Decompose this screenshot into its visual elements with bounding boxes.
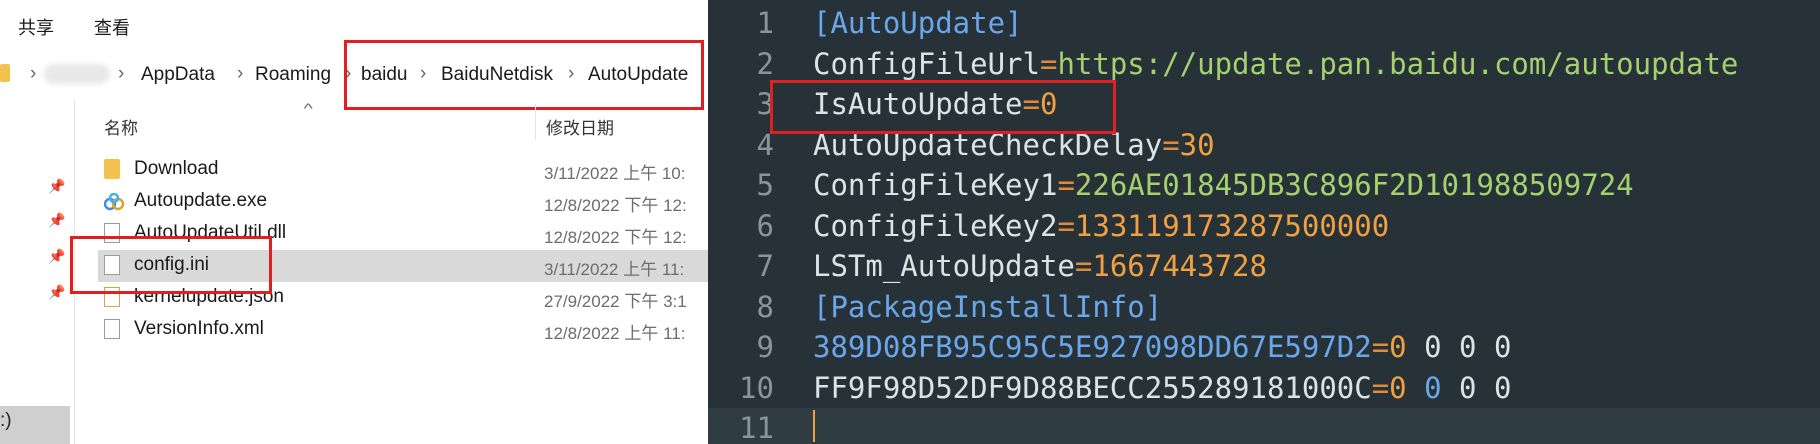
chevron-right-icon: › bbox=[30, 63, 37, 84]
breadcrumb-appdata[interactable]: AppData bbox=[141, 64, 215, 86]
code-line[interactable]: [AutoUpdate] bbox=[813, 6, 1023, 40]
code-token: = bbox=[1057, 168, 1075, 202]
code-token: = bbox=[1371, 370, 1390, 405]
code-token: ConfigFileUrl bbox=[813, 46, 1040, 81]
file-date: 12/8/2022 下午 12: bbox=[544, 196, 687, 215]
code-token: 0 bbox=[1424, 370, 1442, 405]
exe-icon bbox=[103, 192, 125, 211]
code-token: 1667443728 bbox=[1092, 249, 1267, 283]
code-token: = bbox=[1057, 208, 1075, 243]
code-token: 0 0 0 bbox=[1406, 330, 1512, 364]
file-row-autoupdate-exe[interactable]: Autoupdate.exe 12/8/2022 下午 12: bbox=[98, 186, 708, 218]
line-number: 4 bbox=[756, 127, 774, 162]
code-token: ConfigFileKey2 bbox=[813, 208, 1058, 243]
code-editor[interactable]: 1 2 3 4 5 6 7 8 9 10 11 [AutoUpdate] ConfigFileUrl=h… bbox=[708, 0, 1820, 444]
ribbon-tab-share[interactable]: 共享 bbox=[18, 14, 54, 40]
line-number: 8 bbox=[756, 289, 774, 324]
highlight-box-config bbox=[70, 236, 272, 294]
line-number: 6 bbox=[756, 208, 774, 243]
code-token: LSTm_AutoUpdate bbox=[813, 249, 1075, 283]
line-number: 9 bbox=[756, 330, 774, 364]
file-row-versioninfo-xml[interactable]: VersionInfo.xml 12/8/2022 上午 11: bbox=[98, 314, 708, 346]
pin-icon[interactable]: 📌 bbox=[48, 212, 65, 228]
pin-icon[interactable]: 📌 bbox=[48, 284, 65, 300]
xml-icon bbox=[104, 319, 120, 339]
code-token: 0 0 bbox=[1441, 370, 1512, 405]
highlight-box-path bbox=[344, 40, 704, 110]
line-number: 3 bbox=[756, 87, 774, 121]
highlight-box-isautoupdate bbox=[770, 80, 1116, 134]
line-number: 2 bbox=[756, 46, 774, 81]
file-name: Autoupdate.exe bbox=[134, 190, 268, 211]
code-token: FF9F98D52DF9D88BECC255289181000C bbox=[813, 370, 1372, 405]
code-token: = bbox=[1039, 46, 1058, 81]
chevron-right-icon: › bbox=[237, 63, 244, 84]
current-line-highlight bbox=[708, 408, 1820, 444]
line-number: 11 bbox=[739, 411, 774, 444]
file-name: Download bbox=[134, 158, 219, 179]
code-token: 133119173287500000 bbox=[1074, 208, 1390, 243]
text-cursor bbox=[813, 410, 815, 442]
code-token: 0 bbox=[1389, 370, 1407, 405]
file-date: 3/11/2022 上午 10: bbox=[544, 164, 686, 183]
code-line[interactable]: 389D08FB95C95C5E927098DD67E597D2=0 0 0 0 bbox=[813, 330, 1511, 364]
code-token: https://update.pan.baidu.com/autoupdate bbox=[1057, 46, 1739, 81]
code-token: 30 bbox=[1179, 127, 1215, 162]
file-name: VersionInfo.xml bbox=[134, 318, 264, 339]
ribbon-tab-view[interactable]: 查看 bbox=[94, 14, 130, 40]
code-token: = bbox=[1074, 249, 1093, 283]
file-date: 12/8/2022 上午 11: bbox=[544, 324, 686, 343]
line-number: 1 bbox=[756, 6, 774, 40]
file-date: 27/9/2022 下午 3:1 bbox=[544, 292, 687, 311]
pin-icon[interactable]: 📌 bbox=[48, 248, 65, 264]
nav-drive-label: :) bbox=[0, 410, 12, 431]
pin-icon[interactable]: 📌 bbox=[48, 178, 65, 194]
breadcrumb-roaming[interactable]: Roaming bbox=[255, 64, 331, 86]
line-number: 7 bbox=[756, 249, 774, 283]
navigation-pane: 📌 📌 📌 📌 bbox=[0, 100, 75, 444]
code-line[interactable]: ConfigFileKey1=226AE01845DB3C896F2D10198… bbox=[813, 168, 1634, 202]
code-token: 389D08FB95C95C5E927098DD67E597D2 bbox=[813, 330, 1372, 364]
code-line[interactable]: LSTm_AutoUpdate=1667443728 bbox=[813, 249, 1267, 283]
file-date: 3/11/2022 上午 11: bbox=[544, 260, 685, 279]
file-date: 12/8/2022 下午 12: bbox=[544, 228, 687, 247]
code-token: = bbox=[1371, 330, 1390, 364]
code-line[interactable]: [PackageInstallInfo] bbox=[813, 290, 1162, 324]
code-token: ConfigFileKey1 bbox=[813, 168, 1058, 202]
column-divider[interactable] bbox=[535, 104, 536, 140]
code-line[interactable]: ConfigFileKey2=133119173287500000 bbox=[813, 209, 1389, 243]
line-number: 10 bbox=[739, 370, 774, 405]
sort-ascending-icon: ^ bbox=[303, 100, 313, 116]
folder-icon bbox=[104, 159, 120, 179]
chevron-right-icon: › bbox=[118, 63, 125, 84]
file-explorer-window: 共享 查看 › › AppData › Roaming › baidu › Ba… bbox=[0, 0, 708, 444]
code-token: = bbox=[1162, 127, 1180, 162]
folder-icon bbox=[0, 64, 10, 82]
column-header-date[interactable]: 修改日期 bbox=[546, 114, 614, 139]
code-token: [PackageInstallInfo] bbox=[813, 289, 1163, 324]
column-header-name[interactable]: 名称 bbox=[104, 114, 138, 139]
blurred-user-folder bbox=[44, 64, 110, 84]
file-row-download[interactable]: Download 3/11/2022 上午 10: bbox=[98, 154, 708, 186]
code-line[interactable]: ConfigFileUrl=https://update.pan.baidu.c… bbox=[813, 47, 1738, 81]
code-token: 226AE01845DB3C896F2D101988509724 bbox=[1074, 168, 1634, 202]
code-token: [AutoUpdate] bbox=[813, 6, 1023, 40]
line-number: 5 bbox=[756, 168, 774, 202]
code-token: 0 bbox=[1389, 330, 1407, 364]
code-line[interactable]: FF9F98D52DF9D88BECC255289181000C=0 0 0 0 bbox=[813, 371, 1511, 405]
